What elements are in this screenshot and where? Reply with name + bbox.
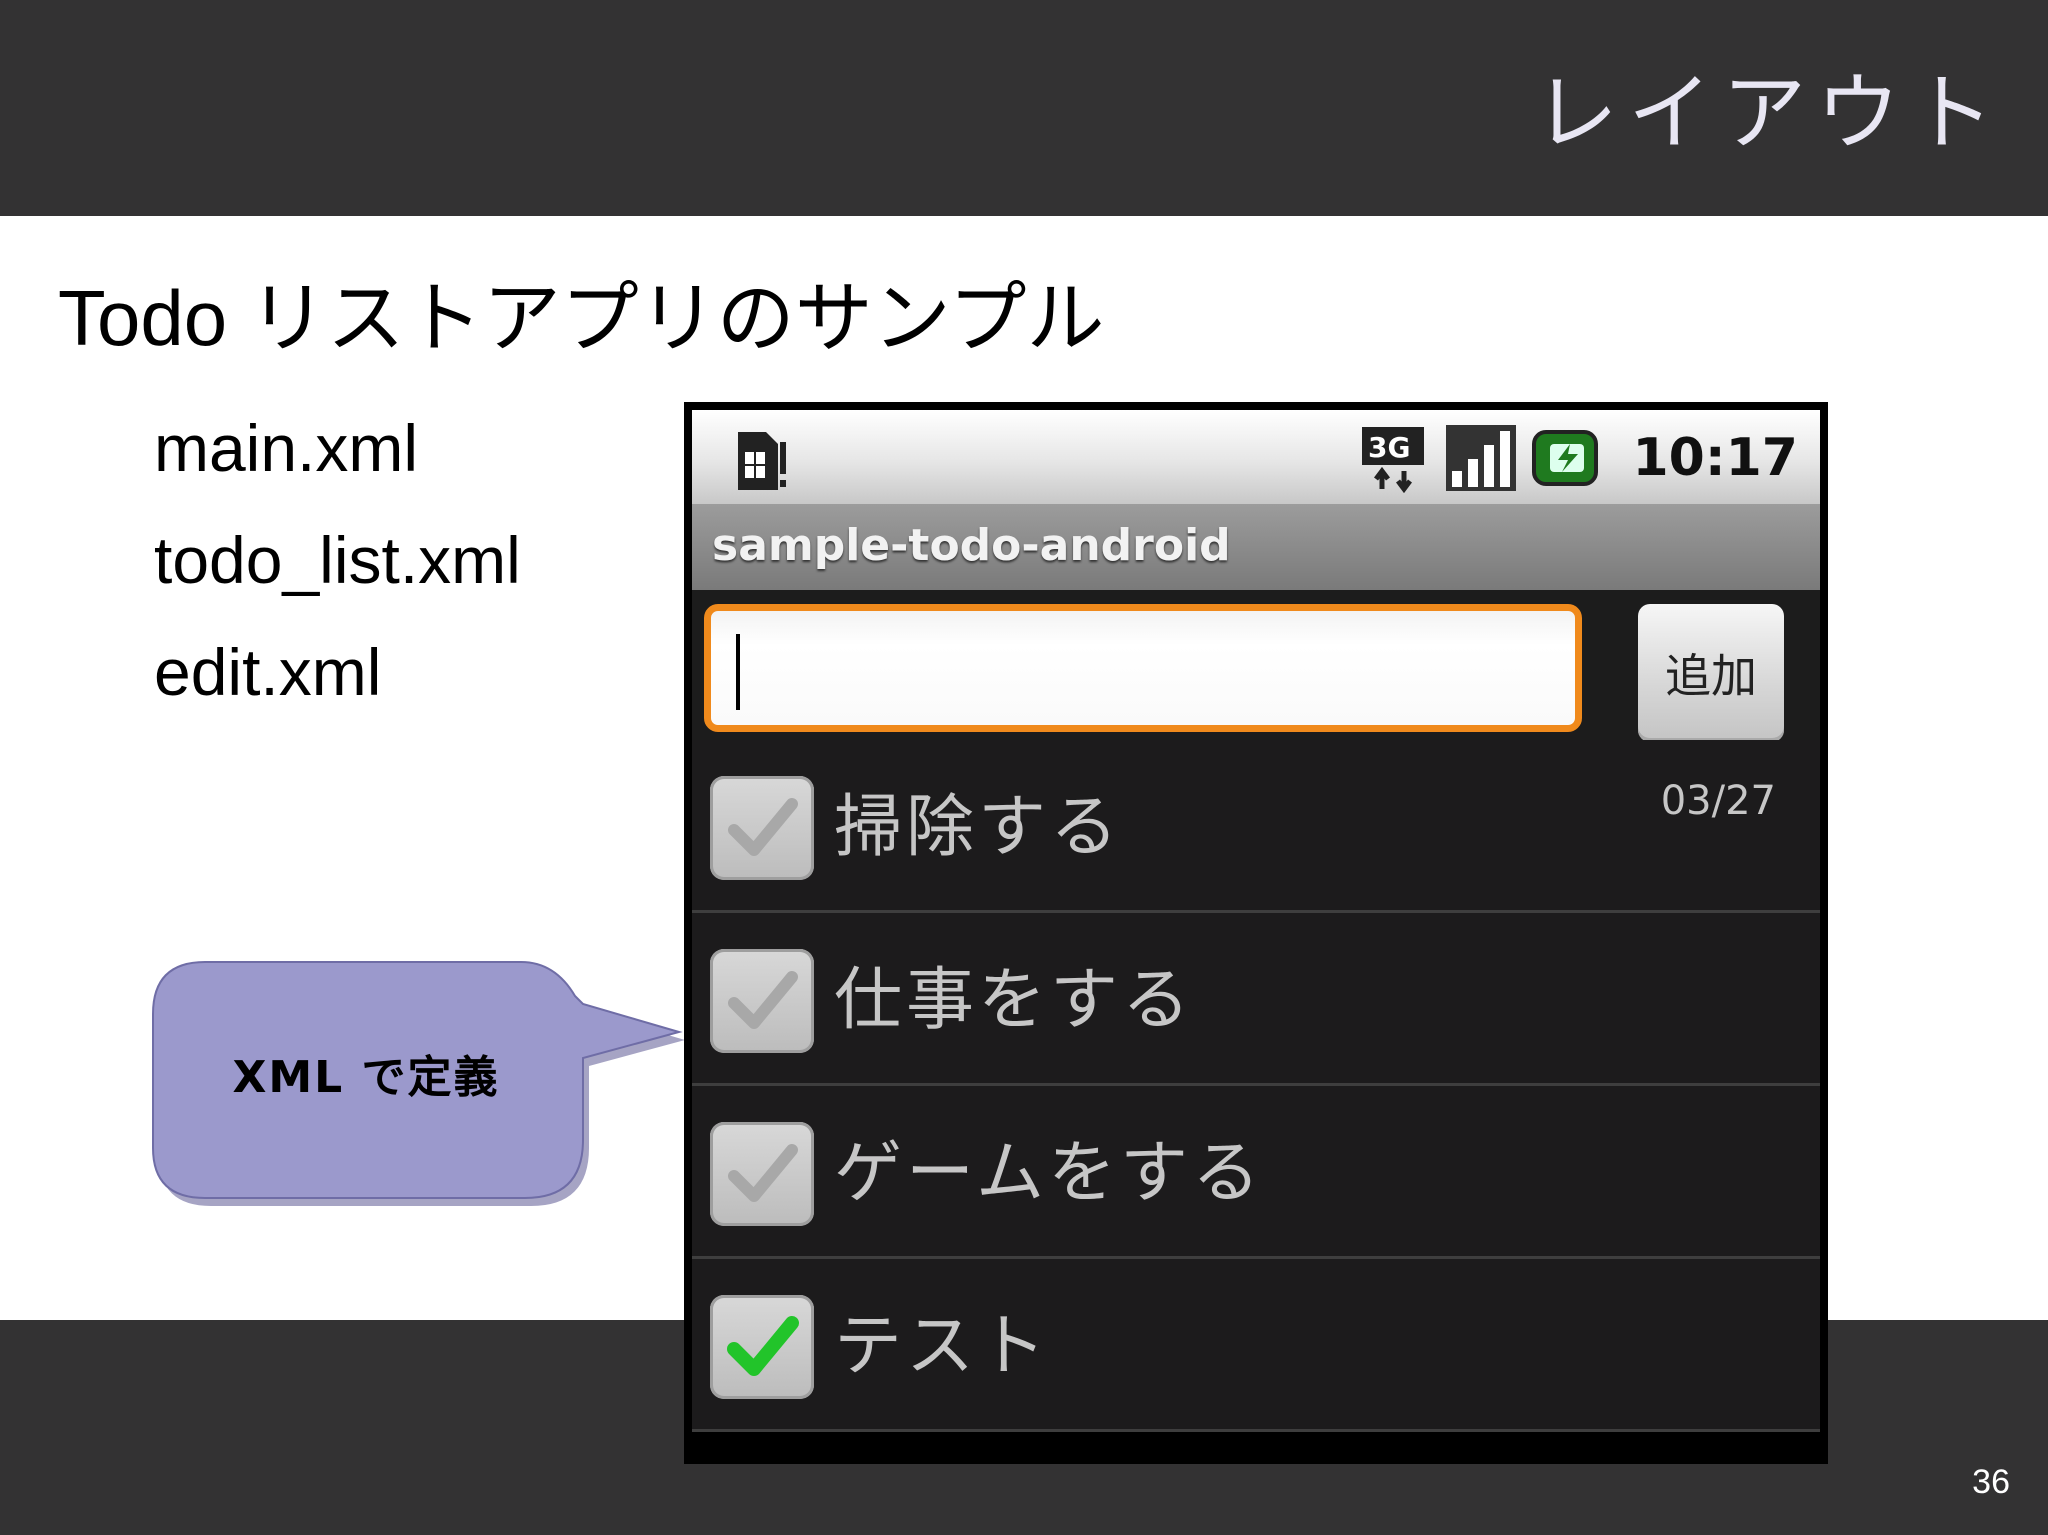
todo-checkbox[interactable]	[710, 1122, 814, 1226]
todo-row[interactable]: 掃除する 03/27	[692, 740, 1820, 913]
signal-strength-icon	[1446, 425, 1517, 491]
file-item-main: main.xml	[154, 411, 419, 485]
slide-heading: Todo リストアプリのサンプル	[58, 274, 1105, 362]
todo-checkbox[interactable]	[710, 1295, 814, 1399]
todo-row[interactable]: 仕事をする	[692, 913, 1820, 1086]
todo-text: テスト	[834, 1307, 1051, 1386]
check-icon	[728, 798, 798, 856]
slide-title: レイアウト	[1533, 64, 2004, 162]
input-row: 追加	[692, 590, 1820, 742]
todo-text: 掃除する	[834, 788, 1123, 867]
file-list: main.xml todo_list.xml edit.xml	[154, 392, 521, 728]
sim-alert-icon	[738, 432, 786, 490]
todo-list: 掃除する 03/27 仕事をする ゲームをする テスト	[692, 740, 1820, 1432]
callout-text: XML で定義	[232, 1052, 500, 1103]
todo-date: 03/27	[1660, 778, 1776, 824]
file-item-edit: edit.xml	[154, 635, 382, 709]
page-number: 36	[1972, 1463, 2010, 1501]
battery-charging-icon	[1532, 430, 1599, 486]
todo-text: 仕事をする	[834, 961, 1195, 1040]
add-button[interactable]: 追加	[1638, 604, 1784, 742]
status-clock: 10:17	[1632, 428, 1798, 488]
status-bar: 3G 10:17	[692, 410, 1820, 504]
check-icon	[728, 971, 798, 1029]
network-3g-icon: 3G	[1362, 427, 1425, 493]
phone-screenshot: 3G 10:17 sample-todo-android 追加 掃除する 03/…	[684, 402, 1828, 1464]
app-title: sample-todo-android	[712, 520, 1231, 571]
text-cursor	[736, 634, 740, 710]
todo-row[interactable]: ゲームをする	[692, 1086, 1820, 1259]
status-icons: 3G 10:17	[1360, 420, 1798, 496]
app-title-bar: sample-todo-android	[692, 504, 1820, 590]
todo-input[interactable]	[704, 604, 1582, 732]
check-icon	[728, 1144, 798, 1202]
todo-row[interactable]: テスト	[692, 1259, 1820, 1432]
file-item-todo-list: todo_list.xml	[154, 523, 521, 597]
todo-checkbox[interactable]	[710, 776, 814, 880]
todo-text: ゲームをする	[834, 1134, 1264, 1213]
check-icon	[727, 1316, 799, 1376]
callout-bubble: XML で定義	[145, 952, 685, 1206]
todo-checkbox[interactable]	[710, 949, 814, 1053]
network-label: 3G	[1368, 431, 1410, 464]
